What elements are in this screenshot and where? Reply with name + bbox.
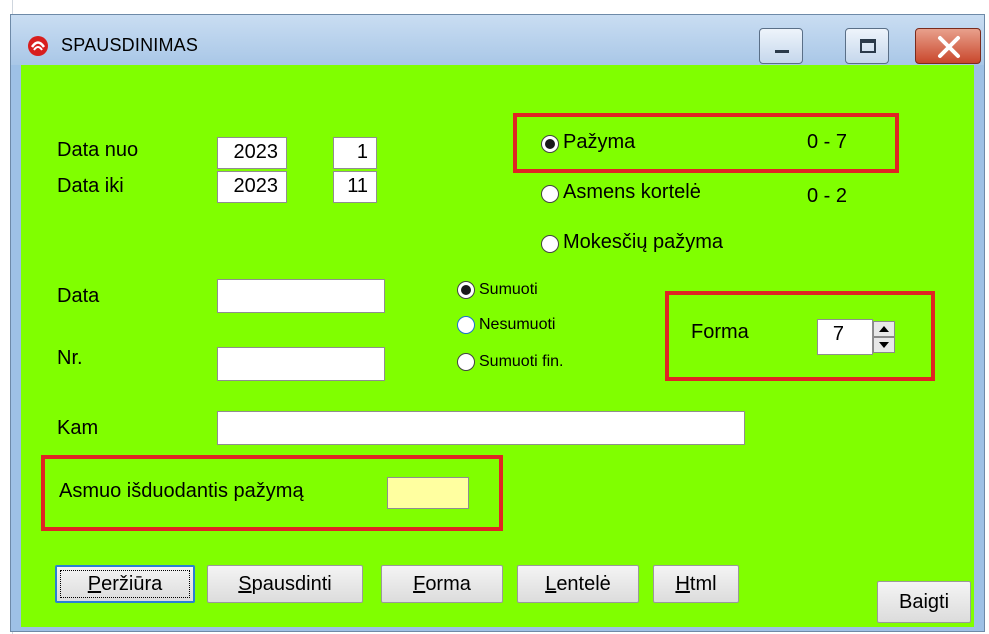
data-input[interactable] <box>217 279 385 313</box>
person-input[interactable] <box>387 477 469 509</box>
maximize-icon <box>860 39 876 53</box>
date-from-month-input[interactable]: 1 <box>333 137 377 169</box>
doc-type-range-pazyma: 0 - 7 <box>807 131 848 153</box>
kam-label: Kam <box>57 417 99 439</box>
minimize-icon <box>775 50 789 53</box>
sum-label-sumuoti-fin: Sumuoti fin. <box>479 353 564 370</box>
print-dialog: SPAUSDINIMAS Data nuo 2023 1 Data iki 20… <box>10 14 985 632</box>
data-label: Data <box>57 285 100 307</box>
person-label: Asmuo išduodantis pažymą <box>59 480 304 502</box>
nr-label: Nr. <box>57 347 83 369</box>
table-button[interactable]: Lentelė <box>517 565 639 603</box>
close-icon <box>938 36 960 58</box>
preview-button-accel: P <box>87 572 102 595</box>
html-button-accel: H <box>675 572 690 595</box>
doc-type-range-kortele: 0 - 2 <box>807 185 848 207</box>
form-button[interactable]: Forma <box>381 565 503 603</box>
window-title: SPAUSDINIMAS <box>61 35 199 55</box>
doc-type-label-pazyma: Pažyma <box>563 131 636 153</box>
form-button-label: orma <box>425 572 471 595</box>
date-from-label: Data nuo <box>57 139 139 161</box>
dialog-client-area: Data nuo 2023 1 Data iki 2023 11 Pažyma … <box>21 65 974 627</box>
print-button[interactable]: Spausdinti <box>207 565 363 603</box>
preview-button[interactable]: Peržiūra <box>55 565 195 603</box>
radio-sumuoti[interactable] <box>457 281 475 299</box>
date-from-year-input[interactable]: 2023 <box>217 137 287 169</box>
table-button-accel: L <box>545 572 557 595</box>
forma-spinner-input[interactable]: 7 <box>817 319 873 355</box>
maximize-button[interactable] <box>845 28 889 64</box>
print-button-accel: S <box>238 572 252 595</box>
radio-asmens-kortele[interactable] <box>541 185 559 203</box>
radio-nesumuoti[interactable] <box>457 316 475 334</box>
doc-type-label-mokesciu: Mokesčių pažyma <box>563 231 724 253</box>
close-button[interactable] <box>915 28 981 64</box>
table-button-label: entelė <box>556 572 611 595</box>
doc-type-label-kortele: Asmens kortelė <box>563 181 701 203</box>
nr-input[interactable] <box>217 347 385 381</box>
title-bar[interactable]: SPAUSDINIMAS <box>11 15 984 65</box>
sum-label-nesumuoti: Nesumuoti <box>479 316 556 333</box>
html-button-label: tml <box>689 572 717 595</box>
radio-pazyma[interactable] <box>541 135 559 153</box>
radio-mokesciu-pazyma[interactable] <box>541 235 559 253</box>
kam-input[interactable] <box>217 411 745 445</box>
form-button-accel: F <box>413 572 426 595</box>
radio-sumuoti-fin[interactable] <box>457 353 475 371</box>
html-button[interactable]: Html <box>653 565 739 603</box>
forma-label: Forma <box>691 321 749 343</box>
preview-button-label: eržiūra <box>101 572 163 595</box>
forma-spinner-arrows-icon[interactable] <box>873 321 895 353</box>
finish-button[interactable]: Baigti <box>877 581 971 623</box>
date-to-label: Data iki <box>57 175 124 197</box>
date-to-year-input[interactable]: 2023 <box>217 171 287 203</box>
minimize-button[interactable] <box>759 28 803 64</box>
print-button-label: pausdinti <box>251 572 332 595</box>
app-logo-icon <box>28 36 48 56</box>
date-to-month-input[interactable]: 11 <box>333 171 377 203</box>
sum-label-sumuoti: Sumuoti <box>479 281 538 298</box>
